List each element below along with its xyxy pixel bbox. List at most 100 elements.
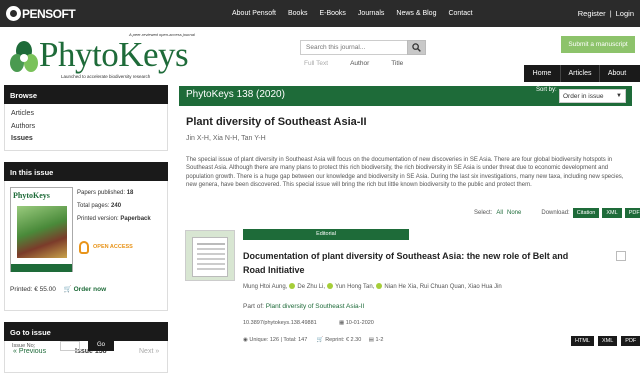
article-title[interactable]: Documentation of plant diversity of Sout… [243, 249, 583, 277]
pages-value: 240 [111, 202, 122, 209]
xml-button[interactable]: XML [597, 336, 618, 346]
cover-title: PhytoKeys [13, 190, 50, 200]
cart-icon: 🛒 [316, 337, 324, 343]
article-select-checkbox[interactable] [616, 251, 626, 261]
issue-number-input[interactable] [60, 341, 80, 351]
papers-label: Papers published: [77, 189, 126, 196]
nav-about[interactable]: About [599, 65, 634, 82]
search-option-title[interactable]: Title [391, 60, 403, 67]
open-access-text: OPEN ACCESS [93, 244, 133, 250]
pages-icon: ▤ [368, 337, 374, 343]
open-access-lock-icon [79, 240, 89, 254]
cover-band [11, 263, 72, 272]
download-pdf-button[interactable]: PDF [624, 208, 640, 218]
select-all-link[interactable]: All [496, 210, 503, 216]
sidebar: Browse Articles Authors Issues In this i… [4, 85, 168, 373]
author-name[interactable]: Yun Hong Tan [335, 284, 373, 290]
issue-header-bar: PhytoKeys 138 (2020) Sort by: Order in i… [179, 86, 632, 106]
article-authors: Mung Htoi Aung, De Zhu Li, Yun Hong Tan, Ni… [243, 283, 502, 290]
search-option-author[interactable]: Author [350, 60, 369, 67]
author-name[interactable]: Mung Htoi Aung [243, 284, 286, 290]
top-nav: About Pensoft Books E-Books Journals New… [232, 0, 485, 27]
topnav-books[interactable]: Books [288, 10, 307, 17]
account-separator: | [609, 9, 612, 18]
issue-heading: PhytoKeys 138 (2020) [186, 89, 285, 100]
issue-cover[interactable]: PhytoKeys [10, 186, 73, 272]
author-name[interactable]: Xiao Hua Jin [468, 284, 502, 290]
search-options: Full Text Author Title [304, 60, 425, 67]
reprint-price[interactable]: Reprint: € 2.30 [325, 337, 361, 343]
printed-label: Printed version: [77, 215, 119, 222]
download-citation-button[interactable]: Citation [572, 208, 600, 218]
leaf-logo-icon [10, 41, 38, 72]
topnav-about-pensoft[interactable]: About Pensoft [232, 10, 276, 17]
sort-select-value: Order in issue [563, 92, 604, 100]
submit-manuscript-button[interactable]: Submit a manuscript [561, 36, 635, 53]
eye-icon: ◉ [243, 337, 248, 343]
volume-editors: Jin X-H, Xia N-H, Tan Y-H [186, 135, 266, 142]
chevron-down-icon: ▼ [616, 93, 622, 99]
pages-label: Total pages: [77, 202, 110, 209]
article-date-value: 10-01-2020 [345, 320, 374, 326]
account-links: Register | Login [578, 0, 634, 27]
article-thumbnail[interactable] [185, 230, 235, 281]
topnav-ebooks[interactable]: E-Books [319, 10, 345, 17]
nav-home[interactable]: Home [524, 65, 560, 82]
issue-stats: Papers published: 18 Total pages: 240 Pr… [77, 187, 151, 226]
sort-select[interactable]: Order in issue ▼ [559, 89, 626, 103]
search-button[interactable] [407, 40, 426, 55]
download-label: Download: [541, 210, 570, 216]
author-name[interactable]: Nian He Xia [384, 284, 416, 290]
article-type-badge: Editorial [243, 229, 409, 240]
select-none-link[interactable]: None [507, 210, 521, 216]
calendar-icon: ▦ [339, 320, 345, 326]
browse-heading: Browse [4, 85, 168, 104]
logo-subtitle: Launched to accelerate biodiversity rese… [61, 74, 151, 79]
go-button[interactable]: Go [88, 339, 114, 351]
part-of-link[interactable]: Plant diversity of Southeast Asia-II [266, 303, 365, 310]
volume-description: The special issue of plant diversity in … [186, 157, 624, 189]
phytokeys-logo[interactable]: A peer-reviewed open-access journal Phyt… [9, 32, 229, 80]
part-of-label: Part of: [243, 303, 264, 310]
orcid-icon [376, 283, 383, 289]
select-label: Select: [474, 210, 493, 216]
pensoft-logo-icon [6, 6, 21, 21]
search-icon [412, 43, 421, 52]
topnav-journals[interactable]: Journals [358, 10, 384, 17]
pensoft-logo[interactable]: PENSOFT [6, 5, 76, 22]
register-link[interactable]: Register [578, 9, 606, 18]
sort-by-label: Sort by: [536, 87, 557, 93]
pensoft-brand: PENSOFT [22, 6, 76, 21]
open-access-badge: OPEN ACCESS [79, 240, 133, 254]
order-now-link[interactable]: 🛒 Order now [64, 286, 106, 293]
issue-number-label: Issue No: [12, 343, 36, 349]
logo-name: PhytoKeys [39, 35, 189, 74]
search-input[interactable] [300, 40, 408, 55]
download-xml-button[interactable]: XML [602, 208, 622, 218]
orcid-icon [289, 283, 296, 289]
article-date: ▦ 10-01-2020 [339, 320, 374, 326]
volume-title: Plant diversity of Southeast Asia-II [186, 116, 367, 128]
sidebar-item-articles[interactable]: Articles [11, 108, 161, 121]
topnav-contact[interactable]: Contact [448, 10, 472, 17]
article-doi[interactable]: 10.3897/phytokeys.138.49881 [243, 320, 317, 326]
top-bar: PENSOFT About Pensoft Books E-Books Jour… [0, 0, 640, 27]
html-button[interactable]: HTML [571, 336, 594, 346]
nav-articles[interactable]: Articles [560, 65, 599, 82]
print-price: Printed: € 55.00 🛒 Order now [10, 285, 106, 293]
login-link[interactable]: Login [616, 9, 634, 18]
topnav-news-blog[interactable]: News & Blog [396, 10, 436, 17]
article-item: Editorial Documentation of plant diversi… [179, 224, 640, 349]
in-this-issue-heading: In this issue [4, 161, 168, 181]
search-option-full-text[interactable]: Full Text [304, 60, 328, 67]
main-nav: Home Articles About [524, 65, 634, 82]
issue-info-box: PhytoKeys Papers published: 18 Total pag… [4, 180, 168, 311]
sidebar-item-issues[interactable]: Issues [11, 133, 161, 146]
author-name[interactable]: Rui Chuan Quan [420, 284, 465, 290]
orcid-icon [327, 283, 334, 289]
sidebar-item-authors[interactable]: Authors [11, 121, 161, 134]
article-part-of: Part of: Plant diversity of Southeast As… [243, 303, 364, 310]
cart-icon: 🛒 [63, 285, 72, 293]
author-name[interactable]: De Zhu Li [297, 284, 323, 290]
pdf-button[interactable]: PDF [621, 336, 640, 346]
